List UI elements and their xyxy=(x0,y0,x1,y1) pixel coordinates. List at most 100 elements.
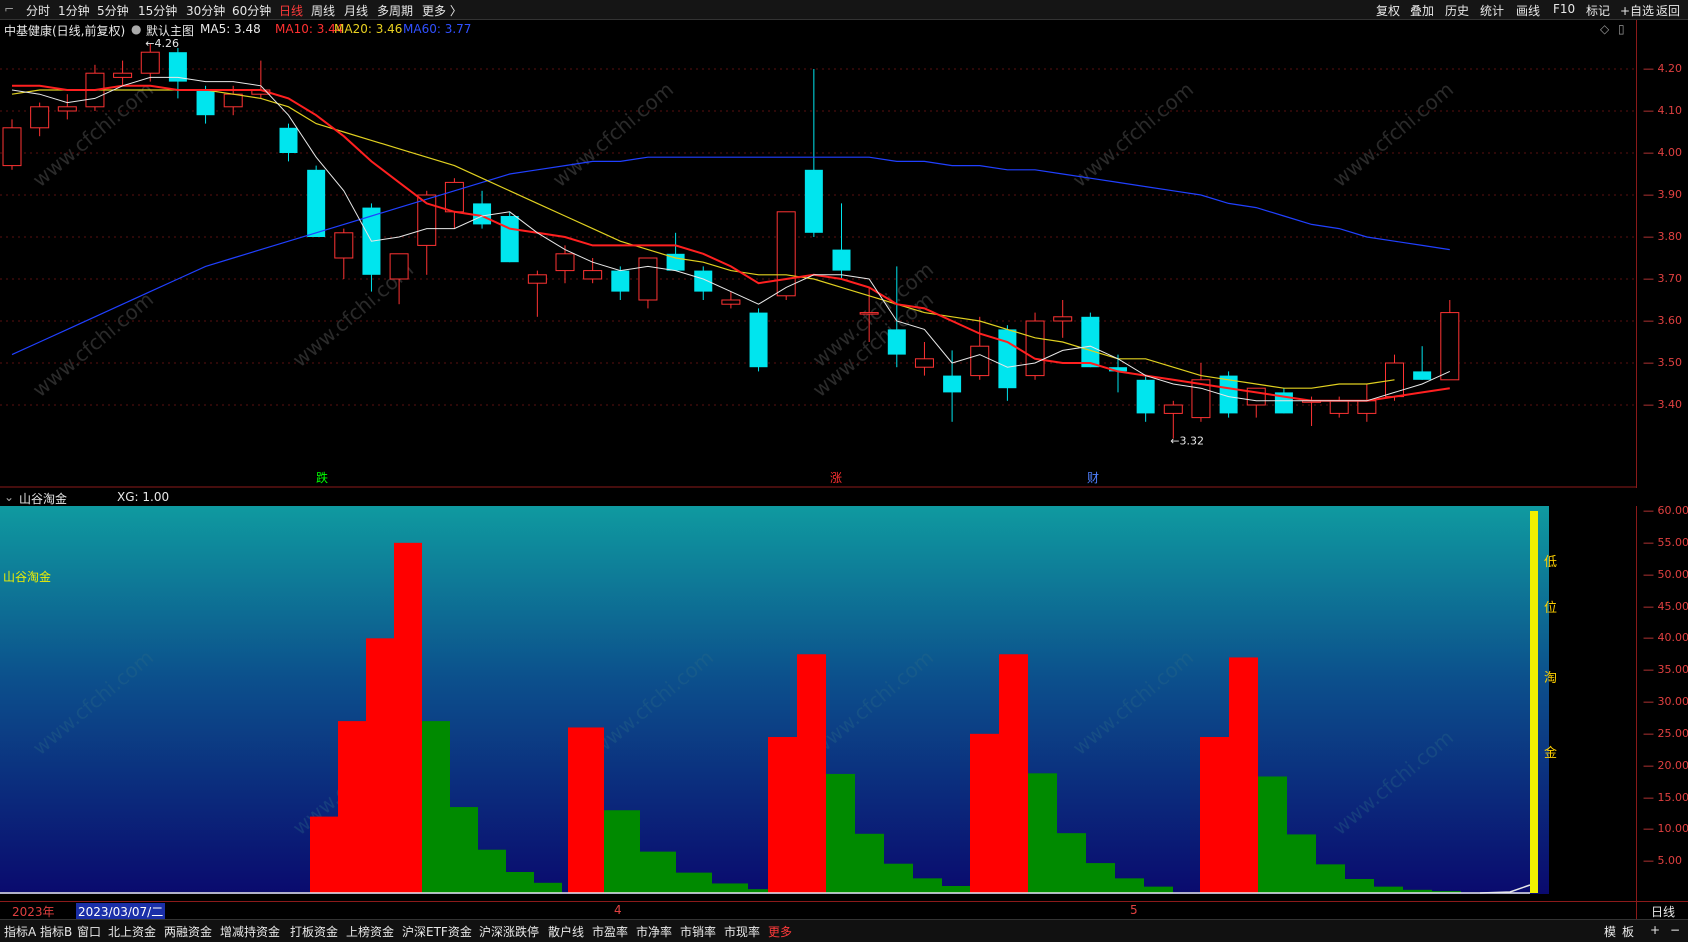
candle-body xyxy=(113,72,133,78)
candlestick-chart[interactable]: www.cfchi.com www.cfchi.com www.cfchi.com w… xyxy=(0,38,1636,488)
valley-bar-green xyxy=(826,773,855,893)
tab-limit-up-down[interactable]: 沪深涨跌停 xyxy=(479,923,539,940)
candle xyxy=(694,266,713,300)
tab-indicator-b[interactable]: 指标B xyxy=(40,923,72,940)
diamond-icon[interactable]: ◇ xyxy=(1600,22,1609,36)
tab-more-indicators[interactable]: 更多 xyxy=(768,923,792,940)
candle xyxy=(2,119,22,170)
candle xyxy=(666,232,685,271)
fuquan-button[interactable]: 复权 xyxy=(1376,2,1400,19)
candle xyxy=(279,123,298,162)
indicator-axis-label: — 10.00 xyxy=(1643,822,1688,836)
valley-bar-red xyxy=(568,727,604,893)
valley-bar-green xyxy=(1345,878,1374,893)
date-axis: 2023年 2023/03/07/二 4 5 xyxy=(0,901,1636,920)
theme-icon[interactable]: ● xyxy=(131,22,141,36)
indicator-axis-label: — 20.00 xyxy=(1643,758,1688,772)
valley-bar-red xyxy=(1229,657,1258,893)
tab-ps[interactable]: 市销率 xyxy=(680,923,716,940)
template-button-mo[interactable]: 模 xyxy=(1604,923,1616,940)
candle xyxy=(500,211,519,263)
valley-bar-green xyxy=(1086,863,1115,893)
back-button[interactable]: 返回 xyxy=(1656,2,1680,19)
draw-line-button[interactable]: 画线 xyxy=(1516,2,1540,19)
zoom-out-button[interactable]: − xyxy=(1670,923,1680,937)
candle-body xyxy=(473,203,492,225)
template-button-ban[interactable]: 板 xyxy=(1622,923,1634,940)
candle-body xyxy=(2,127,22,167)
price-axis-label: — 3.50 xyxy=(1643,356,1682,369)
candle xyxy=(30,102,50,137)
tab-pcf[interactable]: 市现率 xyxy=(724,923,760,940)
valley-gold-indicator-chart[interactable]: www.cfchi.com www.cfchi.com www.cfchi.com w… xyxy=(0,506,1636,901)
candle-body xyxy=(1136,379,1155,414)
tab-1min[interactable]: 1分钟 xyxy=(58,2,90,19)
tab-pb[interactable]: 市净率 xyxy=(636,923,672,940)
window-icon[interactable]: ▯ xyxy=(1618,22,1625,36)
candle xyxy=(638,257,658,309)
tab-margin[interactable]: 两融资金 xyxy=(164,923,212,940)
vertical-label-char: 淘 xyxy=(1544,671,1557,686)
tab-more[interactable]: 更多 〉 xyxy=(422,2,462,19)
overlay-button[interactable]: 叠加 xyxy=(1410,2,1434,19)
vertical-label-char: 位 xyxy=(1544,601,1557,616)
menu-icon[interactable]: ⌐ xyxy=(4,2,14,16)
candle-body xyxy=(694,270,713,292)
candle-body xyxy=(721,299,741,305)
price-axis-label: — 3.90 xyxy=(1643,188,1682,201)
tab-daily[interactable]: 日线 xyxy=(279,2,303,19)
tab-5min[interactable]: 5分钟 xyxy=(97,2,129,19)
add-watchlist-button[interactable]: +自选 xyxy=(1620,2,1654,19)
tab-multi-period[interactable]: 多周期 xyxy=(377,2,413,19)
tab-indicator-a[interactable]: 指标A xyxy=(4,923,36,940)
tab-monthly[interactable]: 月线 xyxy=(344,2,368,19)
candle xyxy=(307,165,326,237)
valley-bar-green xyxy=(1144,886,1173,893)
event-marker-rise: 涨 xyxy=(830,470,842,485)
candle-body xyxy=(334,232,354,259)
ma5-label: MA5: 3.48 xyxy=(200,22,261,36)
tab-top-list[interactable]: 上榜资金 xyxy=(346,923,394,940)
candle xyxy=(1357,384,1377,422)
tab-pe[interactable]: 市盈率 xyxy=(592,923,628,940)
vertical-label-char: 金 xyxy=(1544,745,1557,761)
theme-selector[interactable]: 默认主图 xyxy=(146,22,194,39)
candle-body xyxy=(749,312,768,368)
yellow-signal-bar xyxy=(1530,511,1538,893)
ma5-line xyxy=(11,76,1451,402)
valley-bar-green xyxy=(478,849,506,893)
stats-button[interactable]: 统计 xyxy=(1480,2,1504,19)
candle xyxy=(1109,354,1127,393)
candle-body xyxy=(1329,400,1349,414)
indicator-axis: — 60.00 — 55.00 — 50.00 — 45.00 — 40.00 — 35.… xyxy=(1636,504,1688,901)
tab-fenshi[interactable]: 分时 xyxy=(26,2,50,19)
candle xyxy=(914,342,934,376)
tab-15min[interactable]: 15分钟 xyxy=(138,2,177,19)
tab-northbound[interactable]: 北上资金 xyxy=(108,923,156,940)
f10-button[interactable]: F10 xyxy=(1553,2,1575,16)
history-button[interactable]: 历史 xyxy=(1445,2,1469,19)
valley-bar-green xyxy=(712,883,748,893)
candle-body xyxy=(1053,316,1073,322)
mark-button[interactable]: 标记 xyxy=(1586,2,1610,19)
candle xyxy=(1163,400,1183,439)
tab-30min[interactable]: 30分钟 xyxy=(186,2,225,19)
tab-window[interactable]: 窗口 xyxy=(77,923,101,940)
tab-60min[interactable]: 60分钟 xyxy=(232,2,271,19)
candle xyxy=(1081,312,1100,368)
collapse-icon[interactable]: ⌄ xyxy=(4,490,14,504)
zoom-in-button[interactable]: + xyxy=(1650,923,1660,937)
candle-body xyxy=(30,106,50,129)
valley-bar-green xyxy=(855,833,884,893)
valley-bar-red xyxy=(970,733,999,893)
candle-body xyxy=(583,270,603,280)
tab-retail-line[interactable]: 散户线 xyxy=(548,923,584,940)
tab-etf-funds[interactable]: 沪深ETF资金 xyxy=(402,923,472,940)
tab-limit-board[interactable]: 打板资金 xyxy=(290,923,338,940)
indicator-title[interactable]: 山谷淘金 xyxy=(19,490,67,507)
tab-weekly[interactable]: 周线 xyxy=(311,2,335,19)
candle-body xyxy=(223,93,243,108)
watermark-text: www.cfchi.com xyxy=(1068,77,1198,192)
stock-title: 中基健康(日线,前复权) xyxy=(4,24,126,38)
tab-holdings-change[interactable]: 增减持资金 xyxy=(220,923,280,940)
